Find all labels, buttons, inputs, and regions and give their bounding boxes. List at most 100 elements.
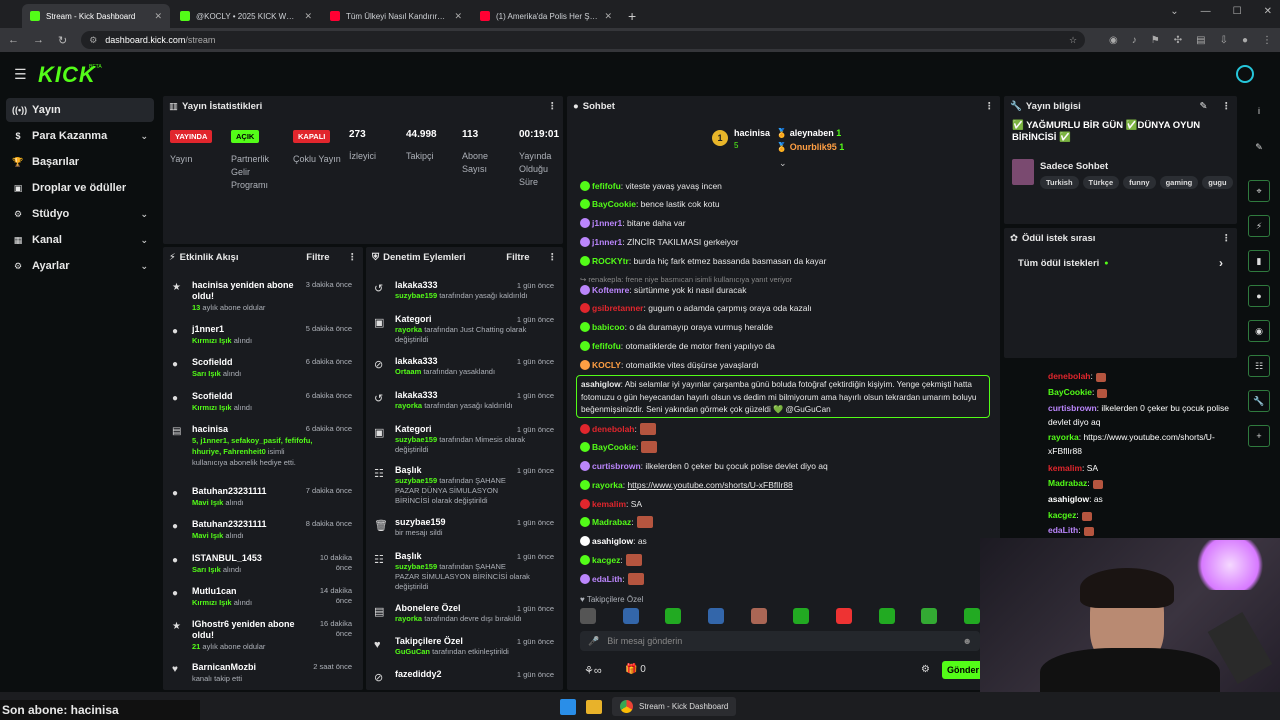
sidebar-item[interactable]: ▦ Kanal ⌄: [6, 228, 154, 252]
list-icon[interactable]: ☷: [1248, 355, 1270, 377]
activity-item[interactable]: ● Scofieldd Sarı Işık alındı 6 dakika önce: [170, 357, 356, 379]
chat-message[interactable]: j1nner1: bitane daha var: [580, 217, 990, 229]
activity-item[interactable]: ● Scofieldd Kırmızı Işık alındı 6 dakika ön…: [170, 391, 356, 413]
kick-logo[interactable]: KICK: [38, 62, 96, 88]
chat-username[interactable]: denebolah: [592, 424, 635, 434]
maximize-icon[interactable]: ☐: [1233, 6, 1242, 17]
chat-message[interactable]: kacgez:: [580, 554, 990, 566]
browser-tab[interactable]: @KOCLY • 2025 KICK WRAPPE ✕: [172, 4, 320, 28]
wrench-icon[interactable]: 🔧: [1248, 390, 1270, 412]
activity-item[interactable]: ★ lGhostr6 yeniden abone oldu! 21 aylık ab…: [170, 619, 356, 652]
more-options-icon[interactable]: ⋮: [348, 252, 358, 263]
activity-item[interactable]: ▤ hacinisa 5, j1nner1, sefakoy_pasif, fefi…: [170, 424, 356, 468]
new-tab-icon[interactable]: +: [628, 8, 636, 24]
hamburger-menu-icon[interactable]: ☰: [14, 66, 27, 83]
filter-button[interactable]: Filtre: [506, 252, 529, 263]
points-display[interactable]: 🎁 0: [625, 664, 646, 675]
forward-icon[interactable]: →: [33, 34, 44, 46]
chat-message[interactable]: j1nner1: ZİNCİR TAKILMASI gerkeiyor: [580, 236, 990, 248]
moderation-item[interactable]: ▤ Abonelere Özel rayorka tarafından devre …: [370, 603, 558, 624]
top-gifter-2[interactable]: 🏅 aleynaben 1: [776, 128, 841, 139]
filter-button[interactable]: Filtre: [306, 252, 329, 263]
file-explorer-icon[interactable]: [586, 699, 602, 714]
target-icon[interactable]: ⌖: [1248, 180, 1270, 202]
windows-start-icon[interactable]: [560, 698, 576, 715]
info-icon[interactable]: i: [1248, 100, 1270, 122]
sidebar-item[interactable]: ⚙ Ayarlar ⌄: [6, 254, 154, 278]
chat-username[interactable]: kacgez: [592, 555, 620, 565]
edit-icon[interactable]: ✎: [1200, 101, 1208, 112]
chat-message[interactable]: Madrabaz:: [580, 516, 990, 528]
moderation-item[interactable]: ↺ lakaka333 suzybae159 tarafından yasağı k…: [370, 280, 558, 301]
chat-icon[interactable]: ●: [1248, 285, 1270, 307]
chat-message[interactable]: fefifofu: viteste yavaş yavaş incen: [580, 180, 990, 192]
chat-username[interactable]: j1nner1: [592, 218, 622, 228]
chevron-down-icon[interactable]: ⌄: [779, 158, 787, 169]
chat-message[interactable]: ROCKYtr: burda hiç fark etmez bassanda b…: [580, 255, 990, 267]
activity-item[interactable]: ♥ BarnicanMozbi kanalı takip etti 2 saat ön…: [170, 662, 356, 684]
sidebar-item[interactable]: ⚙ Stüdyo ⌄: [6, 202, 154, 226]
close-tab-icon[interactable]: ✕: [304, 11, 312, 22]
browser-tab[interactable]: Tüm Ülkeyi Nasıl Kandırırsın? - ✕: [322, 4, 470, 28]
moderation-item[interactable]: ⊘ lakaka333 Ortaam tarafından yasaklandı 1 …: [370, 356, 558, 377]
moderation-item[interactable]: 🗑 suzybae159 bir mesajı sildi 1 gün önce: [370, 517, 558, 538]
moderation-item[interactable]: ☷ Başlık suzybae159 tarafından ŞAHANE PAZA…: [370, 551, 558, 592]
more-options-icon[interactable]: ⋮: [1222, 101, 1232, 112]
chat-username[interactable]: curtisbrown: [592, 461, 641, 471]
chat-username[interactable]: BayCookie: [592, 199, 636, 209]
close-tab-icon[interactable]: ✕: [154, 11, 162, 22]
tag-chip[interactable]: funny: [1123, 176, 1156, 189]
reload-icon[interactable]: ↻: [58, 34, 67, 47]
highlighted-message[interactable]: asahiglow: Abi selamlar iyi yayınlar çar…: [576, 375, 990, 418]
chat-username[interactable]: asahiglow: [581, 380, 621, 389]
moderation-item[interactable]: ☷ Başlık suzybae159 tarafından ŞAHANE PAZA…: [370, 465, 558, 506]
chat-username[interactable]: BayCookie: [592, 442, 636, 452]
chat-username[interactable]: fefifofu: [592, 181, 621, 191]
address-bar[interactable]: ⚙ dashboard.kick.com/stream ☆: [81, 31, 1086, 49]
activity-item[interactable]: ● Batuhan23231111 Mavi Işık alındı 7 dakika…: [170, 486, 356, 508]
emote-icon[interactable]: [580, 608, 596, 624]
infinity-points-icon[interactable]: ⚘∞: [584, 664, 602, 677]
profile-icon[interactable]: ●: [1242, 35, 1248, 46]
lightning-icon[interactable]: ⚡: [1248, 215, 1270, 237]
chat-settings-icon[interactable]: ⚙: [921, 664, 930, 675]
close-tab-icon[interactable]: ✕: [454, 11, 462, 22]
moderation-item[interactable]: ♥ Takipçilere Özel GuGuCan tarafından etki…: [370, 636, 558, 657]
chat-message[interactable]: BayCookie:: [580, 441, 990, 453]
chat-username[interactable]: ROCKYtr: [592, 256, 629, 266]
chevron-down-icon[interactable]: ⌄: [1170, 6, 1178, 17]
chat-username[interactable]: kemalim: [592, 499, 626, 509]
tag-chip[interactable]: Turkish: [1040, 176, 1079, 189]
chat-username[interactable]: asahiglow: [592, 536, 633, 546]
emoji-icon[interactable]: ☻: [963, 636, 972, 646]
chat-username[interactable]: babicoo: [592, 322, 625, 332]
browser-tab[interactable]: Stream - Kick Dashboard ✕: [22, 4, 170, 28]
emote-icon[interactable]: [963, 608, 980, 624]
tag-chip[interactable]: Türkçe: [1082, 176, 1120, 189]
chat-message[interactable]: babicoo: o da duramayıp oraya vurmuş her…: [580, 321, 990, 333]
emote-icon[interactable]: [878, 608, 895, 624]
chat-username[interactable]: rayorka: [592, 480, 623, 490]
activity-item[interactable]: ● ISTANBUL_1453 Sarı Işık alındı 10 dakika …: [170, 553, 356, 575]
chat-message[interactable]: asahiglow: as: [580, 535, 990, 547]
bookmark-star-icon[interactable]: ☆: [1069, 35, 1077, 46]
emote-icon[interactable]: [793, 608, 810, 624]
add-icon[interactable]: +: [1248, 425, 1270, 447]
all-rewards-link[interactable]: Tüm ödül istekleri ● ›: [1004, 248, 1237, 278]
microphone-icon[interactable]: 🎤: [588, 636, 599, 647]
more-options-icon[interactable]: ⋮: [1222, 233, 1232, 244]
top-gifter-name[interactable]: hacinisa: [734, 128, 770, 138]
emote-icon[interactable]: [707, 608, 724, 624]
emote-icon[interactable]: [622, 608, 639, 624]
minimize-icon[interactable]: —: [1201, 6, 1211, 17]
pencil-icon[interactable]: ✎: [1248, 136, 1270, 158]
user-avatar[interactable]: [1236, 65, 1254, 83]
emote-icon[interactable]: [750, 608, 767, 624]
send-button[interactable]: Gönder: [942, 661, 984, 679]
chat-username[interactable]: j1nner1: [592, 237, 622, 247]
chat-input[interactable]: 🎤 Bir mesaj gönderin ☻: [580, 631, 980, 651]
close-icon[interactable]: ✕: [1264, 6, 1272, 17]
tag-chip[interactable]: gugu: [1202, 176, 1233, 189]
activity-item[interactable]: ● Mutlu1can Kırmızı Işık alındı 14 dakika ö…: [170, 586, 356, 608]
document-icon[interactable]: ▮: [1248, 250, 1270, 272]
